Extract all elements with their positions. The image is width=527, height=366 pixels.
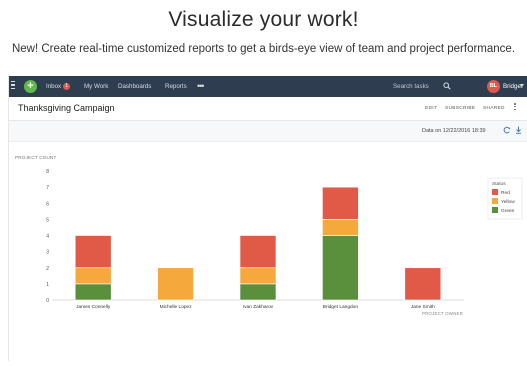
data-info-bar: Data on 12/22/2016 18:39 [9, 121, 527, 142]
nav-dashboards[interactable]: Dashboards [118, 83, 151, 90]
legend-label-green: Green [501, 208, 515, 214]
shared-button[interactable]: SHARED [483, 106, 505, 111]
stacked-bar-chart: PROJECT COUNT 0 1 2 3 4 5 6 7 8 James Connelly Mich… [15, 155, 523, 316]
x-axis-label: PROJECT OWNER [422, 311, 463, 316]
more-options-icon[interactable] [514, 103, 516, 112]
legend-label-yellow: Yellow [501, 199, 515, 205]
bar-segment-green[interactable] [322, 235, 359, 301]
nav-inbox[interactable]: Inbox 1 [46, 83, 71, 91]
add-button[interactable]: + [24, 80, 37, 93]
legend-title: Status [492, 181, 506, 187]
top-navigation-bar: + Inbox 1 My Work Dashboards Reports ••• … [9, 76, 527, 97]
y-axis-label: PROJECT COUNT [15, 155, 57, 160]
search-icon[interactable] [443, 82, 451, 90]
bar-segment-yellow[interactable] [74, 267, 112, 285]
y-tick-label: 4 [46, 234, 49, 240]
bar-segment-yellow[interactable] [322, 219, 359, 236]
legend-swatch-green [492, 207, 498, 213]
chevron-down-icon[interactable] [520, 84, 524, 87]
app-window: + Inbox 1 My Work Dashboards Reports ••• … [8, 76, 527, 361]
y-tick-label: 5 [46, 217, 49, 223]
legend-swatch-yellow [492, 198, 498, 204]
nav-reports[interactable]: Reports [165, 83, 187, 90]
edit-button[interactable]: EDIT [425, 106, 437, 111]
y-tick-label: 7 [46, 185, 49, 191]
x-tick-label: Michelle Lopez [160, 304, 193, 310]
x-tick-label: James Connelly [76, 304, 111, 310]
data-timestamp: Data on 12/22/2016 18:39 [422, 128, 486, 134]
nav-my-work[interactable]: My Work [84, 83, 108, 90]
refresh-icon[interactable] [503, 126, 511, 134]
y-tick-label: 6 [46, 201, 49, 207]
page-title: Thanksgiving Campaign [18, 103, 115, 113]
bar-segment-yellow[interactable] [157, 267, 194, 301]
x-tick-label: Bridget Langdon [323, 304, 359, 310]
menu-icon[interactable] [11, 81, 15, 91]
y-tick-label: 8 [46, 169, 49, 175]
report-header: Thanksgiving Campaign EDIT SUBSCRIBE SHA… [9, 97, 527, 121]
subscribe-button[interactable]: SUBSCRIBE [445, 106, 475, 111]
bar-segment-red[interactable] [239, 235, 277, 269]
x-tick-label: Jane Smith [411, 304, 435, 310]
y-tick-label: 0 [46, 298, 49, 304]
bar-segment-green[interactable] [74, 283, 112, 301]
download-icon[interactable] [515, 126, 522, 134]
bar-segment-red[interactable] [74, 235, 112, 269]
legend-label-red: Red [501, 190, 510, 196]
y-tick-label: 3 [46, 250, 49, 256]
headline: Visualize your work! [168, 8, 359, 31]
more-icon[interactable]: ••• [197, 81, 205, 91]
avatar[interactable]: BL [487, 80, 500, 93]
y-tick-label: 2 [46, 266, 49, 272]
x-tick-label: Ivan Zakharov [243, 304, 274, 310]
bar-segment-green[interactable] [239, 283, 277, 301]
search-input[interactable]: Search tasks [393, 83, 429, 90]
y-tick-label: 1 [46, 282, 49, 288]
bar-segment-red[interactable] [322, 186, 359, 220]
chart-area: PROJECT COUNT 0 1 2 3 4 5 6 7 8 James Connelly Mich… [9, 142, 527, 361]
subheadline: New! Create real-time customized reports… [11, 43, 516, 55]
bar-segment-yellow[interactable] [239, 267, 277, 285]
bar-segment-red[interactable] [404, 267, 442, 301]
nav-inbox-label: Inbox [46, 83, 62, 91]
inbox-count-badge: 1 [63, 83, 71, 90]
legend-swatch-red [492, 189, 498, 195]
